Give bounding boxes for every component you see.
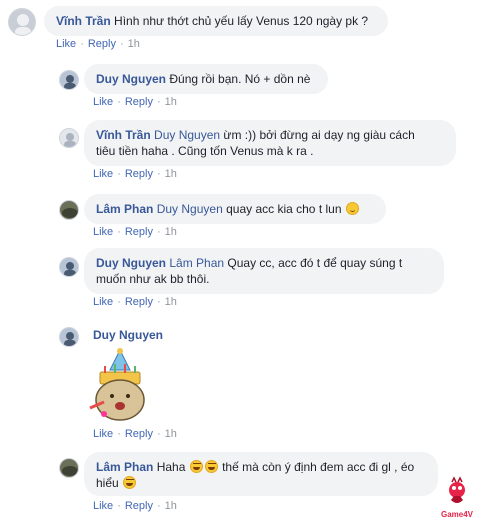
comment-text: thế mà còn ý định đem acc đi gl , éo <box>222 460 415 474</box>
separator: · <box>117 226 121 238</box>
birthday-sticker-icon <box>89 348 145 421</box>
avatar-image <box>60 71 78 89</box>
laughing-emoji-icon <box>123 476 137 489</box>
avatar-image <box>60 459 78 477</box>
avatar-image <box>60 328 78 346</box>
comment-bubble: Lâm Phan Duy Nguyen quay acc kia cho t l… <box>84 194 386 224</box>
comment-text: Hình như thớt chủ yếu lấy Venus 120 ngày… <box>114 14 369 28</box>
reply-button[interactable]: Reply <box>125 168 153 180</box>
mention-tag[interactable]: Duy Nguyen <box>154 128 220 142</box>
like-button[interactable]: Like <box>93 428 113 440</box>
like-button[interactable]: Like <box>93 296 113 308</box>
mention-tag[interactable]: Lâm Phan <box>169 256 224 270</box>
commenter-name[interactable]: Lâm Phan <box>96 460 153 474</box>
separator: · <box>156 168 161 180</box>
avatar-image <box>9 9 35 35</box>
avatar[interactable] <box>59 70 79 90</box>
separator: · <box>156 296 161 308</box>
commenter-name[interactable]: Duy Nguyen <box>93 328 163 342</box>
comment-text: hiểu <box>96 476 119 490</box>
separator: · <box>119 38 124 50</box>
timestamp[interactable]: 1h <box>165 500 177 512</box>
commenter-name[interactable]: Duy Nguyen <box>96 72 166 86</box>
like-button[interactable]: Like <box>56 38 76 50</box>
avatar[interactable] <box>59 200 79 220</box>
comment-bubble: Duy Nguyen Đúng rồi bạn. Nó + dồn nè <box>84 64 328 94</box>
laughing-emoji-icon <box>204 460 218 473</box>
comment-actions: Like · Reply · 1h <box>56 38 140 50</box>
comment-actions: Like · Reply · 1h <box>93 296 177 308</box>
comment-bubble: Vĩnh Trần Duy Nguyen ừm :)) bởi đừng ai … <box>84 120 456 166</box>
commenter-name[interactable]: Duy Nguyen <box>96 256 166 270</box>
separator: · <box>117 500 121 512</box>
comment-actions: Like · Reply · 1h <box>93 96 177 108</box>
separator: · <box>156 96 161 108</box>
comment-text: Haha <box>156 460 186 474</box>
comment-text: muốn như ak bb thôi. <box>96 272 210 286</box>
laughing-emoji-icon <box>189 460 203 473</box>
reply-button[interactable]: Reply <box>125 500 153 512</box>
timestamp[interactable]: 1h <box>128 38 140 50</box>
separator: · <box>156 226 161 238</box>
comment-bubble: Vĩnh Trần Hình như thớt chủ yếu lấy Venu… <box>44 6 388 36</box>
comment-text: Đúng rồi bạn. Nó + dồn nè <box>169 72 311 86</box>
reply-button[interactable]: Reply <box>88 38 116 50</box>
mention-tag[interactable]: Duy Nguyen <box>157 202 223 216</box>
reply-button[interactable]: Reply <box>125 428 153 440</box>
comment-text: Quay cc, acc đó t để quay súng t <box>227 256 403 270</box>
commenter-name[interactable]: Vĩnh Trần <box>96 128 151 142</box>
smile-emoji-icon <box>345 202 359 215</box>
avatar-image <box>60 258 78 276</box>
separator: · <box>117 168 121 180</box>
reply-button[interactable]: Reply <box>125 226 153 238</box>
like-button[interactable]: Like <box>93 500 113 512</box>
comment-actions: Like · Reply · 1h <box>93 428 177 440</box>
separator: · <box>117 428 121 440</box>
like-button[interactable]: Like <box>93 226 113 238</box>
avatar[interactable] <box>8 8 36 36</box>
comment-bubble: Lâm Phan Haha thế mà còn ý định đem acc … <box>84 452 438 496</box>
avatar[interactable] <box>59 257 79 277</box>
watermark-text: Game4V <box>440 510 474 519</box>
game4v-logo-icon <box>449 476 465 503</box>
comment-text: quay acc kia cho t lun <box>226 202 342 216</box>
comment-text: tiêu tiền haha . Cũng tốn Venus mà k ra … <box>96 144 314 158</box>
avatar-image <box>60 201 78 219</box>
game4v-watermark-logo: Game4V <box>440 474 474 519</box>
separator: · <box>80 38 84 50</box>
timestamp[interactable]: 1h <box>165 296 177 308</box>
avatar[interactable] <box>59 327 79 347</box>
comment-actions: Like · Reply · 1h <box>93 500 177 512</box>
timestamp[interactable]: 1h <box>165 428 177 440</box>
separator: · <box>156 500 161 512</box>
comment-text: ừm :)) bởi đừng ai dạy ng giàu cách <box>223 128 415 142</box>
avatar[interactable] <box>59 128 79 148</box>
comment-header: Duy Nguyen <box>93 328 163 342</box>
separator: · <box>117 96 121 108</box>
separator: · <box>117 296 121 308</box>
commenter-name[interactable]: Vĩnh Trần <box>56 14 111 28</box>
avatar[interactable] <box>59 458 79 478</box>
timestamp[interactable]: 1h <box>165 226 177 238</box>
like-button[interactable]: Like <box>93 96 113 108</box>
comment-actions: Like · Reply · 1h <box>93 226 177 238</box>
reply-button[interactable]: Reply <box>125 96 153 108</box>
separator: · <box>156 428 161 440</box>
timestamp[interactable]: 1h <box>165 168 177 180</box>
like-button[interactable]: Like <box>93 168 113 180</box>
timestamp[interactable]: 1h <box>165 96 177 108</box>
reply-button[interactable]: Reply <box>125 296 153 308</box>
commenter-name[interactable]: Lâm Phan <box>96 202 153 216</box>
comment-actions: Like · Reply · 1h <box>93 168 177 180</box>
avatar-image <box>60 129 78 147</box>
comment-bubble: Duy Nguyen Lâm Phan Quay cc, acc đó t để… <box>84 248 444 294</box>
